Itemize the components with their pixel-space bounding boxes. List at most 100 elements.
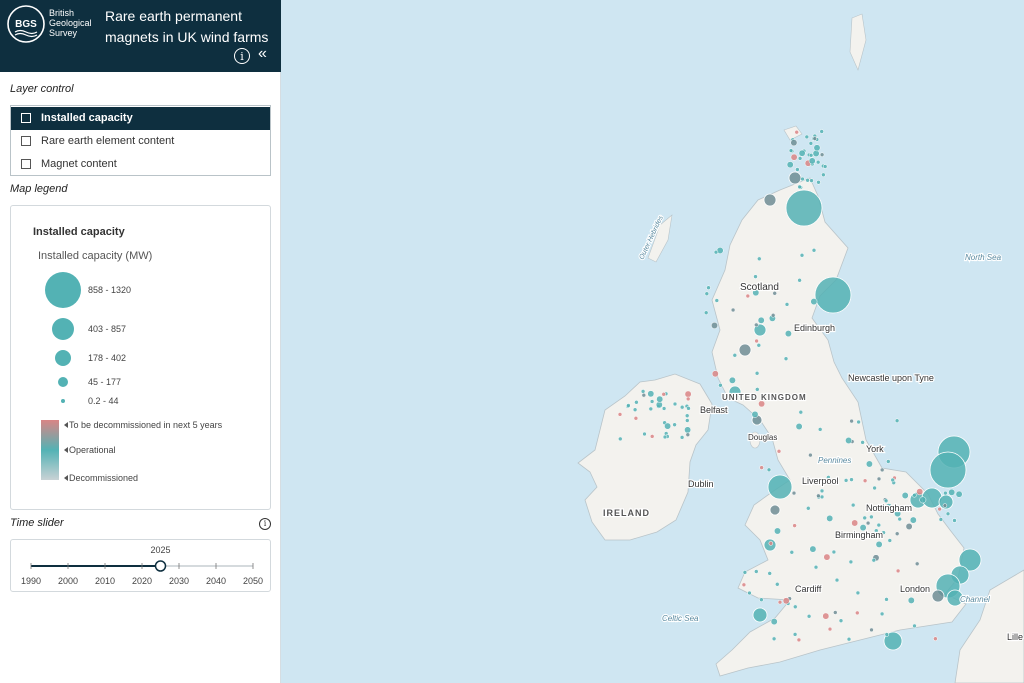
wind-farm-marker — [672, 401, 678, 407]
status-pointer-icon — [64, 475, 68, 481]
wind-farm-marker — [909, 516, 917, 524]
wind-farm-marker — [851, 519, 859, 527]
wind-farm-marker — [684, 413, 690, 418]
wind-farm-marker — [754, 338, 759, 344]
wind-farm-marker — [782, 597, 790, 605]
wind-farm-marker — [937, 506, 942, 512]
layer-checkbox-icon[interactable] — [21, 136, 31, 146]
place-label: Nottingham — [866, 503, 912, 513]
layer-item-magnet-content[interactable]: Magnet content — [11, 153, 270, 176]
wind-farm-marker — [704, 291, 710, 296]
wind-farm-marker — [856, 419, 861, 425]
place-label: UNITED KINGDOM — [722, 393, 807, 402]
status-pointer-icon — [64, 447, 68, 453]
wind-farm-marker — [641, 392, 647, 398]
slider-tick-label: 2020 — [132, 576, 152, 586]
wind-farm-marker — [813, 144, 821, 152]
legend-title: Installed capacity — [33, 226, 126, 238]
status-label: To be decommissioned in next 5 years — [69, 420, 223, 430]
wind-farm-marker — [767, 474, 793, 500]
wind-farm-marker — [664, 422, 672, 430]
wind-farm-marker — [826, 514, 834, 522]
wind-farm-marker — [714, 298, 720, 303]
wind-farm-marker — [943, 490, 948, 496]
wind-farm-marker — [755, 387, 760, 392]
wind-farm-marker — [879, 611, 885, 617]
place-label: Celtic Sea — [662, 614, 699, 623]
wind-farm-marker — [850, 502, 856, 508]
wind-farm-marker — [718, 383, 723, 388]
place-label: Cardiff — [795, 584, 822, 594]
status-colour-ramp — [41, 420, 59, 480]
place-label: IRELAND — [603, 508, 650, 518]
place-label: Lille — [1007, 632, 1023, 642]
wind-farm-marker — [816, 493, 821, 499]
place-label: Scotland — [740, 282, 779, 293]
wind-farm-marker — [686, 406, 691, 411]
wind-farm-marker — [816, 180, 821, 185]
wind-farm-marker — [869, 627, 874, 633]
wind-farm-marker — [894, 418, 900, 423]
slider-tick-label: 2010 — [95, 576, 115, 586]
wind-farm-marker — [798, 149, 806, 157]
wind-farm-marker — [869, 514, 874, 520]
wind-farm-marker — [684, 426, 692, 434]
wind-farm-marker — [790, 153, 798, 161]
wind-farm-marker — [747, 590, 752, 596]
wind-farm-marker — [865, 460, 873, 468]
wind-farm-marker — [848, 559, 854, 565]
wind-farm-marker — [711, 322, 718, 329]
wind-farm-marker — [894, 531, 900, 536]
wind-farm-marker — [815, 159, 821, 165]
wind-farm-marker — [912, 493, 917, 498]
wind-farm-marker — [814, 276, 852, 314]
wind-farm-marker — [876, 522, 882, 528]
wind-farm-marker — [819, 152, 825, 157]
wind-farm-marker — [662, 434, 668, 440]
wind-farm-marker — [849, 477, 854, 482]
wind-farm-marker — [797, 156, 803, 161]
wind-farm-marker — [890, 477, 895, 483]
wind-farm-marker — [798, 409, 804, 415]
wind-farm-marker — [813, 564, 819, 570]
time-slider-info-icon[interactable]: i — [259, 518, 271, 530]
place-label: Edinburgh — [794, 323, 835, 333]
wind-farm-marker — [810, 298, 818, 306]
wind-farm-marker — [884, 632, 890, 637]
wind-farm-marker — [907, 596, 915, 604]
wind-farm-marker — [647, 390, 655, 398]
info-icon[interactable]: i — [234, 48, 250, 64]
wind-farm-marker — [756, 343, 762, 348]
wind-farm-marker — [626, 403, 631, 408]
layer-checkbox-icon[interactable] — [21, 159, 31, 169]
wind-farm-marker — [809, 178, 814, 183]
slider-tick-label: 2040 — [206, 576, 226, 586]
layer-item-installed-capacity[interactable]: Installed capacity — [11, 107, 270, 130]
slider-thumb[interactable] — [154, 560, 167, 572]
slider-value-label: 2025 — [150, 545, 170, 555]
place-label: Liverpool — [802, 476, 839, 486]
double-chevron-left-icon[interactable]: « — [258, 45, 267, 63]
layer-item-rare-earth-element-content[interactable]: Rare earth element content — [11, 130, 270, 153]
wind-farm-marker — [812, 150, 820, 157]
status-label: Operational — [69, 445, 116, 455]
wind-farm-marker — [618, 436, 623, 442]
wind-farm-marker — [799, 253, 805, 258]
layer-checkbox-icon[interactable] — [21, 113, 31, 123]
wind-farm-marker — [809, 545, 817, 553]
wind-farm-marker — [855, 610, 860, 616]
time-slider-label: Time slider — [10, 517, 64, 529]
wind-farm-marker — [679, 435, 685, 440]
wind-farm-marker — [862, 478, 868, 483]
wind-farm-marker — [797, 278, 802, 283]
wind-farm-marker — [754, 371, 760, 376]
wind-farm-marker — [649, 399, 655, 404]
wind-farm-marker — [938, 517, 944, 522]
wind-farm-marker — [752, 607, 768, 623]
wind-farm-marker — [732, 353, 738, 358]
map-view[interactable]: Scotland Edinburgh Newcastle upon Tyne Belf… — [281, 0, 1024, 683]
place-label: Newcastle upon Tyne — [848, 373, 934, 383]
logo-text: BGS — [15, 19, 37, 30]
wind-farm-marker — [703, 310, 709, 315]
wind-farm-marker — [730, 307, 736, 313]
